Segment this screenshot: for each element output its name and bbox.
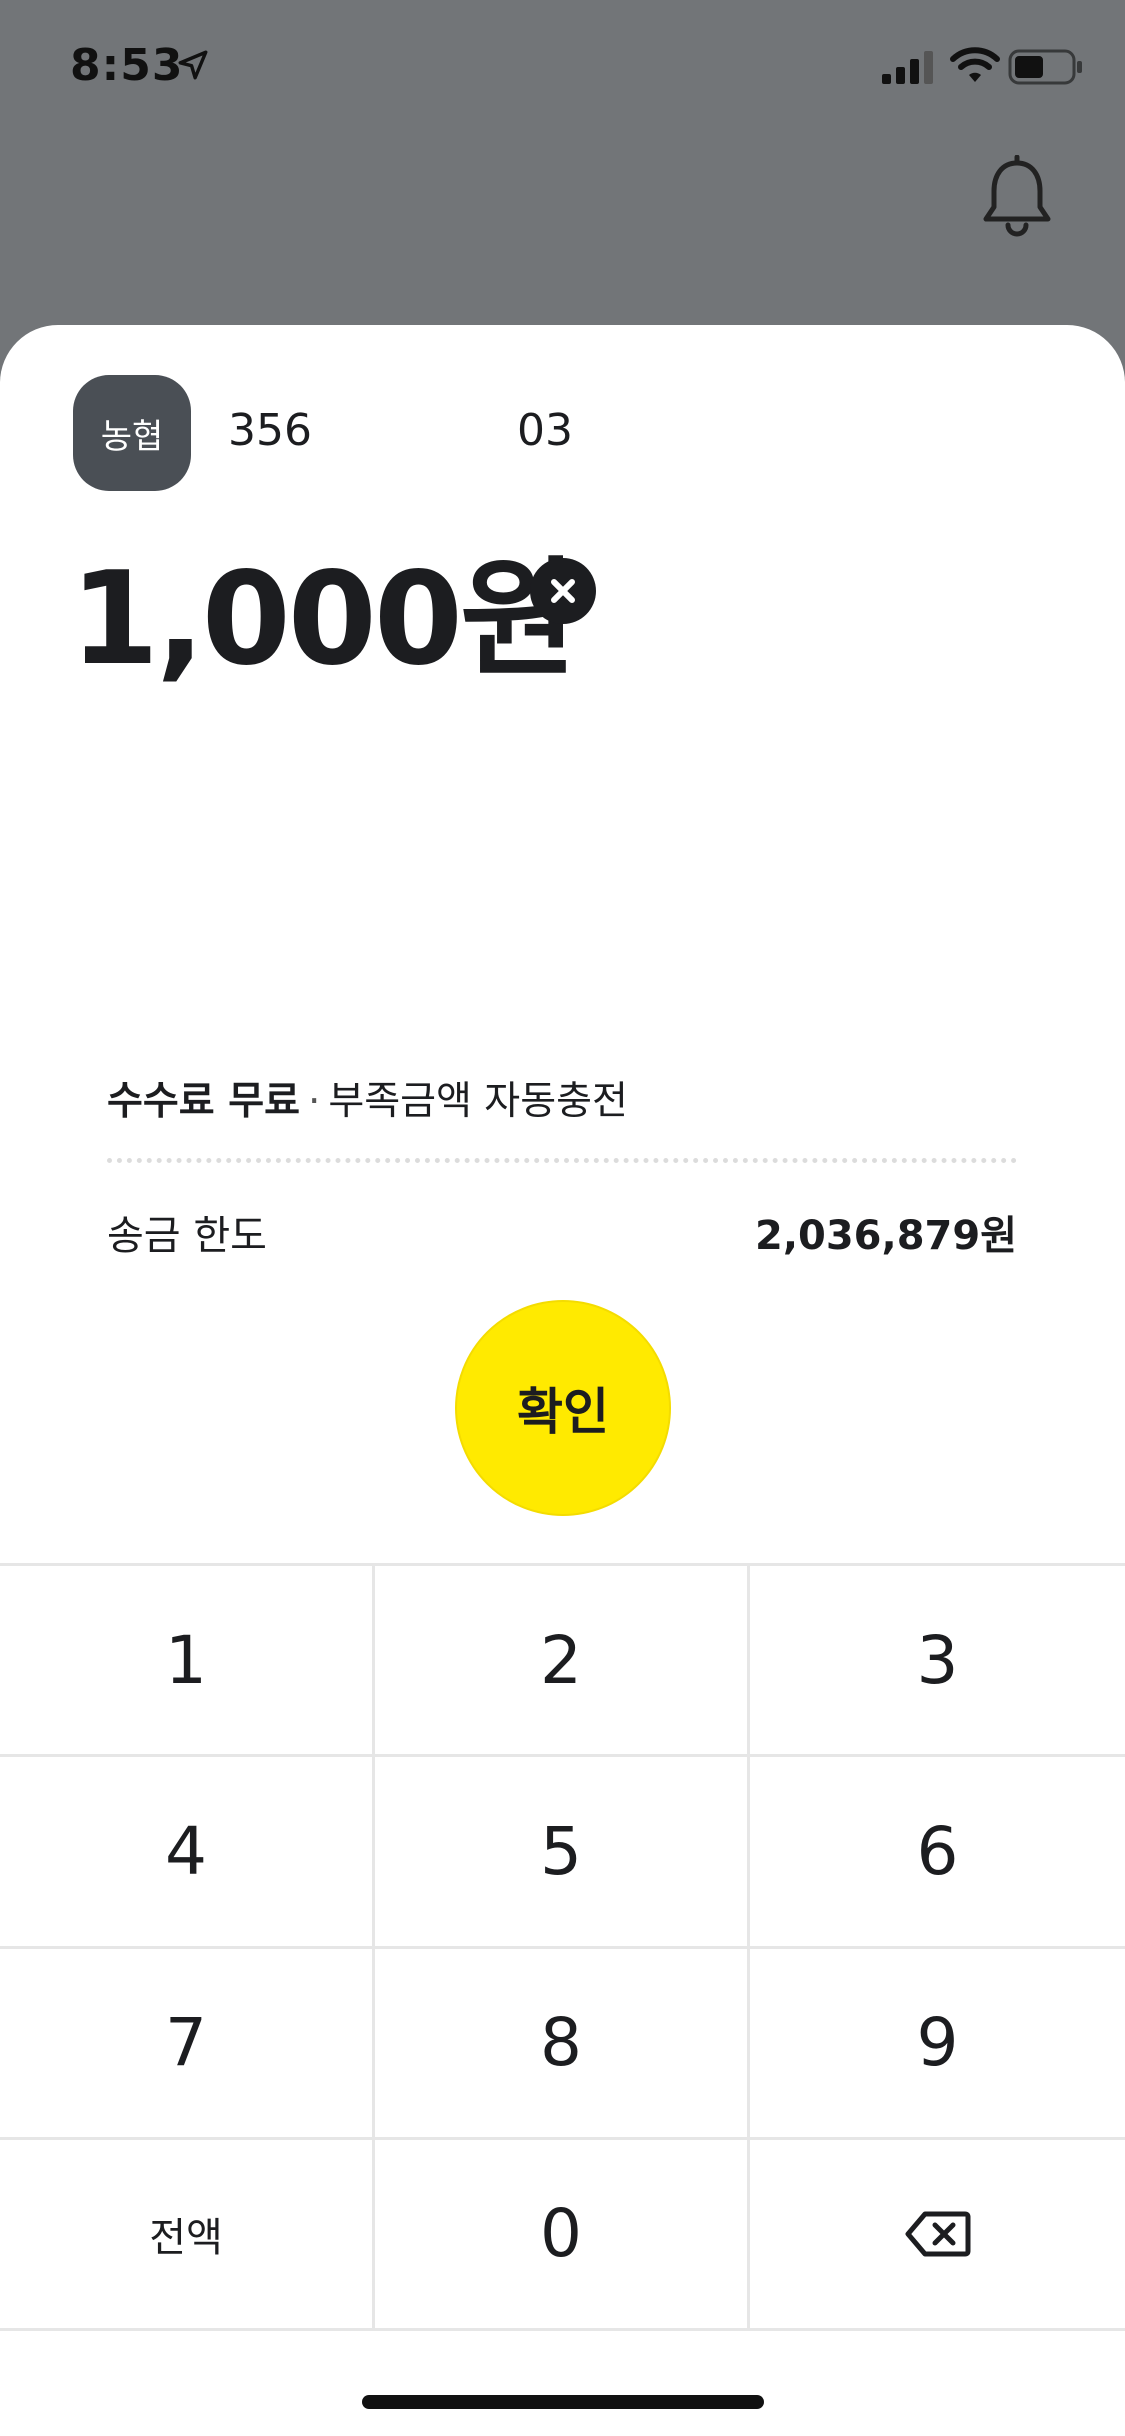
key-5[interactable]: 5 [375,1757,750,1949]
key-2[interactable]: 2 [375,1566,750,1758]
key-4[interactable]: 4 [0,1757,375,1949]
status-time: 8:53 [70,40,184,91]
status-bar: 8:53 [0,0,1125,140]
wifi-icon [950,47,1000,82]
key-7[interactable]: 7 [0,1948,375,2140]
key-0[interactable]: 0 [375,2139,750,2331]
cellular-signal-icon [882,51,933,84]
close-icon [551,579,575,603]
backspace-key[interactable] [750,2139,1125,2331]
fee-info: 수수료 무료 · 부족금액 자동충전 [107,1070,628,1126]
fee-free-label: 수수료 무료 [107,1079,300,1124]
home-indicator [362,2395,764,2409]
auto-charge-label: 부족금액 자동충전 [328,1079,628,1124]
clear-amount-button[interactable] [530,558,596,624]
transfer-limit-label: 송금 한도 [107,1213,267,1259]
key-3[interactable]: 3 [750,1566,1125,1758]
bell-icon[interactable] [980,155,1054,239]
account-number-part1: 356 [228,405,312,456]
transfer-limit-value: 2,036,879원 [754,1213,1017,1259]
number-keypad: 1 2 3 4 5 6 7 8 9 전액 0 [0,1563,1125,2331]
dotted-divider [107,1158,1017,1163]
backspace-icon [905,2211,970,2257]
key-9[interactable]: 9 [750,1948,1125,2140]
transfer-sheet: 농협 356 03 1,000원 수수료 무료 · 부족금액 자동충전 송금 한도 … [0,325,1125,2436]
amount-display: 1,000원 [70,545,578,694]
bank-badge[interactable]: 농협 [73,375,191,491]
key-8[interactable]: 8 [375,1948,750,2140]
account-number-part2: 03 [517,405,573,456]
key-1[interactable]: 1 [0,1566,375,1758]
transfer-screen: 8:53 농협 356 03 1,000원 수수료 무료 · 부족금액 자동충전… [0,0,1125,2436]
separator: · [307,1079,321,1124]
location-arrow-icon [178,50,208,80]
key-6[interactable]: 6 [750,1757,1125,1949]
key-full-amount[interactable]: 전액 [0,2139,375,2331]
battery-icon [1008,49,1082,85]
confirm-button[interactable]: 확인 [455,1300,671,1516]
